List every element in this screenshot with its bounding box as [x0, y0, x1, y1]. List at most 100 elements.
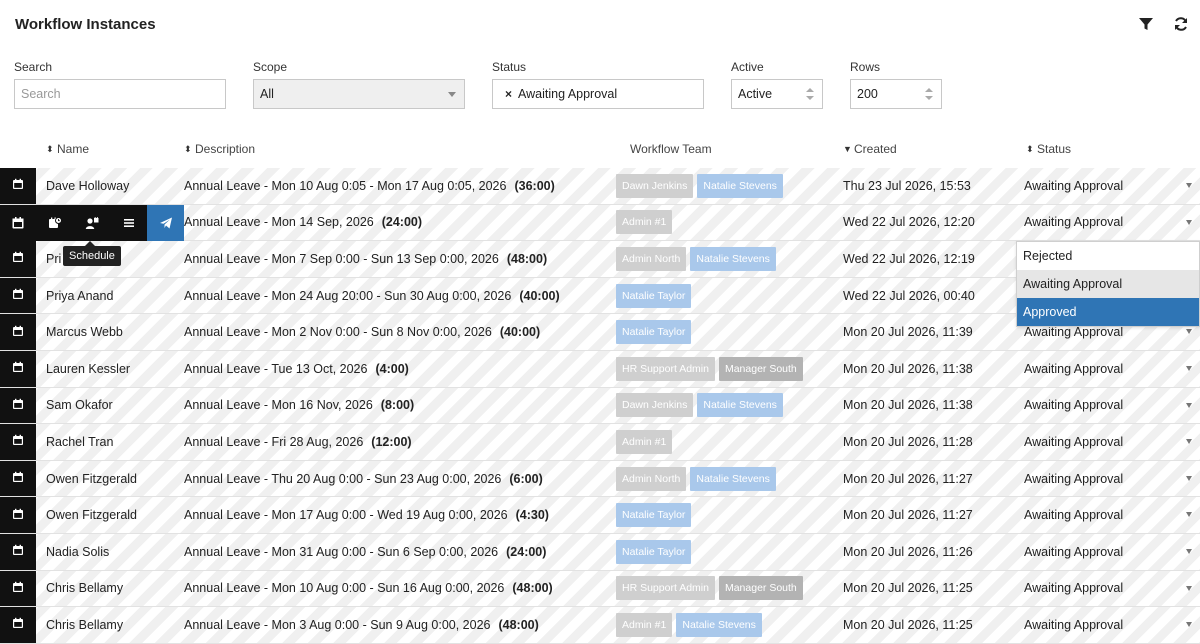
row-calendar-button[interactable] — [0, 350, 36, 387]
chevron-down-icon[interactable] — [1186, 439, 1192, 445]
row-description: Annual Leave - Mon 7 Sep 0:00 - Sun 13 S… — [184, 251, 548, 266]
row-team: HR Support Admin Manager South — [616, 351, 803, 387]
active-label: Active — [731, 60, 764, 74]
status-filter[interactable]: × Awaiting Approval — [492, 79, 704, 109]
row-calendar-button[interactable] — [0, 387, 36, 424]
row-calendar-button[interactable] — [0, 277, 36, 314]
rows-label: Rows — [850, 60, 881, 74]
chevron-down-icon[interactable] — [1186, 475, 1192, 481]
row-calendar-button[interactable] — [0, 570, 36, 607]
row-calendar-button[interactable] — [0, 533, 36, 570]
table-row[interactable]: Chris Bellamy Annual Leave - Mon 3 Aug 0:… — [0, 607, 1200, 644]
team-tag: Natalie Stevens — [697, 173, 783, 198]
row-description: Annual Leave - Mon 14 Sep, 2026 (24:00) — [184, 215, 423, 230]
row-duration: (4:00) — [375, 361, 409, 376]
calendar-icon — [12, 398, 24, 413]
table-row[interactable]: Owen Fitzgerald Annual Leave - Mon 17 Aug… — [0, 497, 1200, 534]
team-tag: Natalie Stevens — [676, 612, 762, 637]
column-header-created[interactable]: ▼ Created — [843, 142, 897, 156]
row-status[interactable]: Awaiting Approval — [1024, 424, 1123, 460]
assign-user-button[interactable] — [74, 205, 111, 241]
row-calendar-button[interactable] — [0, 460, 36, 497]
row-status[interactable]: Awaiting Approval — [1024, 205, 1123, 241]
chevron-down-icon[interactable] — [1186, 548, 1192, 554]
chevron-down-icon[interactable] — [1186, 219, 1192, 225]
team-tag: Natalie Taylor — [616, 503, 692, 528]
table-row[interactable]: Chris Bellamy Annual Leave - Mon 10 Aug 0… — [0, 570, 1200, 608]
chevron-down-icon[interactable] — [1186, 329, 1192, 335]
team-tag: Natalie Stevens — [697, 393, 783, 418]
row-team: Dawn Jenkins Natalie Stevens — [616, 388, 783, 424]
team-tag: Natalie Stevens — [690, 246, 776, 271]
chevron-down-icon[interactable] — [1186, 512, 1192, 518]
paper-plane-icon — [159, 217, 172, 229]
chevron-down-icon[interactable] — [1186, 402, 1192, 408]
row-name: Priya Anand — [46, 288, 114, 303]
chevron-down-icon[interactable] — [1186, 183, 1192, 188]
search-input[interactable] — [14, 79, 226, 109]
rows-stepper[interactable]: 200 — [850, 79, 942, 109]
row-status[interactable]: Awaiting Approval — [1024, 388, 1123, 424]
row-status[interactable]: Awaiting Approval — [1024, 351, 1123, 387]
team-tag: Natalie Taylor — [616, 320, 692, 345]
row-created: Mon 20 Jul 2026, 11:39 — [843, 325, 973, 340]
row-calendar-button[interactable] — [0, 241, 36, 277]
user-calendar-icon — [85, 217, 99, 229]
calendar-icon — [12, 251, 24, 266]
spinner-icon — [806, 88, 814, 100]
schedule-button[interactable] — [37, 205, 74, 241]
row-duration: (8:00) — [380, 398, 415, 413]
calendar-icon — [12, 471, 24, 486]
row-duration: (40:00) — [499, 325, 541, 340]
table-row[interactable]: Owen Fitzgerald Annual Leave - Thu 20 Aug… — [0, 460, 1200, 498]
row-status[interactable]: Awaiting Approval — [1024, 461, 1123, 497]
schedule-tooltip: Schedule — [63, 241, 121, 266]
table-row[interactable]: Lauren Kessler Annual Leave - Tue 13 Oct,… — [0, 350, 1200, 388]
status-option[interactable]: Approved — [1017, 298, 1199, 326]
status-option[interactable]: Awaiting Approval — [1017, 270, 1199, 298]
row-status[interactable]: Awaiting Approval — [1024, 534, 1123, 570]
calendar-icon — [12, 325, 24, 340]
row-status[interactable]: Awaiting Approval — [1024, 607, 1123, 643]
table-row[interactable]: Rachel Tran Annual Leave - Fri 28 Aug, 20… — [0, 424, 1200, 461]
calendar-icon — [12, 288, 24, 303]
row-status[interactable]: Awaiting Approval — [1024, 571, 1123, 607]
row-team: Natalie Taylor — [616, 534, 692, 570]
row-status[interactable]: Awaiting Approval — [1024, 168, 1123, 204]
row-calendar-button[interactable] — [0, 314, 36, 350]
status-dropdown: Rejected Awaiting Approval Approved — [1016, 241, 1200, 327]
team-tag: Natalie Stevens — [690, 466, 776, 491]
row-calendar-button[interactable] — [0, 497, 36, 533]
page-title: Workflow Instances — [15, 16, 156, 33]
row-calendar-button[interactable] — [0, 168, 36, 204]
sort-desc-icon: ▼ — [843, 144, 852, 154]
active-select[interactable]: Active — [731, 79, 823, 109]
table-row[interactable]: Dave Holloway Annual Leave - Mon 10 Aug 0… — [0, 168, 1200, 205]
column-header-description[interactable]: ⬍ Description — [184, 142, 255, 156]
send-button[interactable] — [147, 205, 184, 241]
team-tag: Natalie Taylor — [616, 539, 692, 564]
calendar-action-button[interactable] — [0, 205, 37, 241]
chevron-down-icon[interactable] — [1186, 622, 1192, 628]
row-status[interactable]: Awaiting Approval — [1024, 497, 1123, 533]
details-menu-button[interactable] — [110, 205, 147, 241]
row-name: Marcus Webb — [46, 325, 123, 340]
sort-icon: ⬍ — [184, 144, 192, 154]
remove-chip-icon[interactable]: × — [505, 87, 512, 101]
list-icon — [123, 219, 134, 227]
refresh-icon[interactable] — [1171, 14, 1191, 34]
scope-select[interactable]: All — [253, 79, 465, 109]
row-team: Natalie Taylor — [616, 278, 692, 314]
column-header-status[interactable]: ⬍ Status — [1026, 142, 1071, 156]
status-option[interactable]: Rejected — [1017, 242, 1199, 270]
filter-icon[interactable] — [1136, 14, 1156, 34]
chevron-down-icon[interactable] — [1186, 585, 1192, 591]
team-tag: HR Support Admin — [616, 356, 715, 381]
table-row[interactable]: Sam Okafor Annual Leave - Mon 16 Nov, 202… — [0, 387, 1200, 425]
column-header-name[interactable]: ⬍ Name — [46, 142, 89, 156]
row-calendar-button[interactable] — [0, 607, 36, 643]
chevron-down-icon[interactable] — [1186, 365, 1192, 371]
row-team: HR Support Admin Manager South — [616, 571, 803, 607]
table-row[interactable]: Nadia Solis Annual Leave - Mon 31 Aug 0:0… — [0, 533, 1200, 571]
row-calendar-button[interactable] — [0, 424, 36, 460]
